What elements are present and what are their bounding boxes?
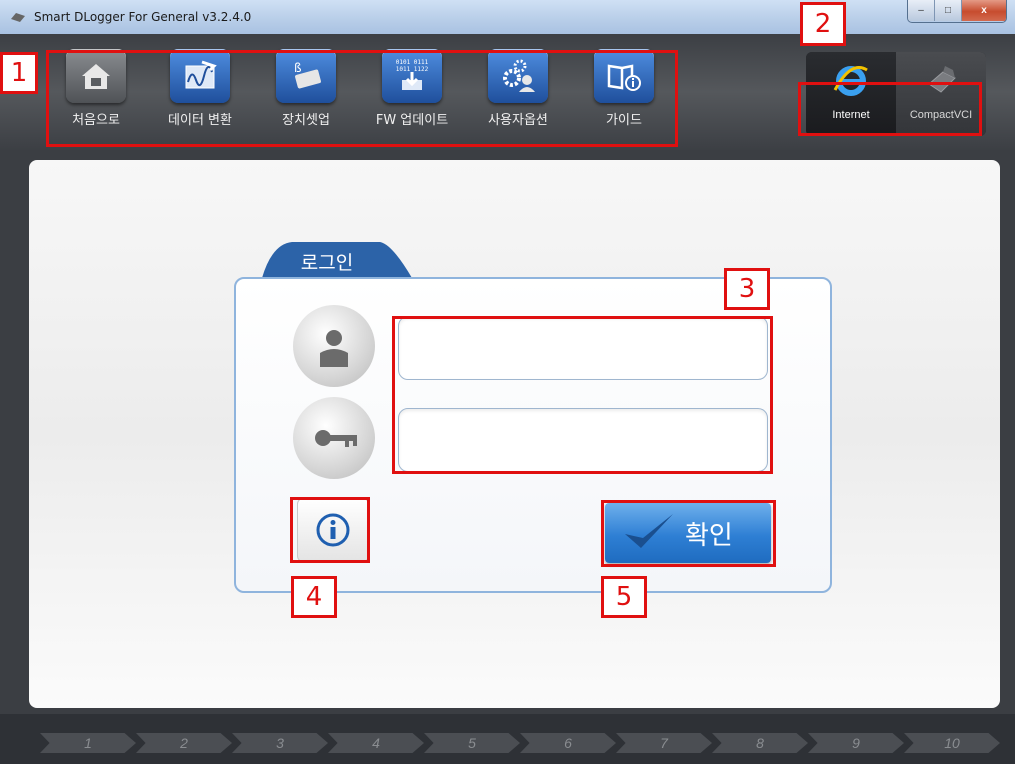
step-item: 9 bbox=[808, 733, 904, 753]
step-item: 5 bbox=[424, 733, 520, 753]
window-controls: – □ x bbox=[907, 0, 1007, 23]
close-button[interactable]: x bbox=[962, 0, 1006, 21]
annotation-label-1: 1 bbox=[0, 52, 38, 94]
key-icon bbox=[293, 397, 375, 479]
step-item: 2 bbox=[136, 733, 232, 753]
annotation-label-3: 3 bbox=[724, 268, 770, 310]
annotation-box-toolbar bbox=[46, 50, 678, 147]
title-bar: Smart DLogger For General v3.2.4.0 – □ x bbox=[0, 0, 1015, 34]
step-item: 10 bbox=[904, 733, 1000, 753]
annotation-box-info bbox=[290, 497, 370, 563]
annotation-box-confirm bbox=[601, 500, 776, 567]
annotation-box-connection bbox=[798, 82, 982, 136]
step-item: 6 bbox=[520, 733, 616, 753]
annotation-label-4: 4 bbox=[291, 576, 337, 618]
window-title: Smart DLogger For General v3.2.4.0 bbox=[34, 10, 252, 24]
user-icon bbox=[293, 305, 375, 387]
step-item: 7 bbox=[616, 733, 712, 753]
annotation-label-5: 5 bbox=[601, 576, 647, 618]
step-item: 8 bbox=[712, 733, 808, 753]
step-item: 4 bbox=[328, 733, 424, 753]
annotation-label-2: 2 bbox=[800, 2, 846, 46]
maximize-button[interactable]: □ bbox=[935, 0, 962, 21]
step-item: 3 bbox=[232, 733, 328, 753]
login-tab-label: 로그인 bbox=[300, 252, 354, 274]
app-icon bbox=[11, 13, 25, 22]
annotation-box-fields bbox=[392, 316, 773, 474]
step-item: 1 bbox=[40, 733, 136, 753]
minimize-button[interactable]: – bbox=[908, 0, 935, 21]
step-list: 1 2 3 4 5 6 7 8 9 10 bbox=[40, 733, 1000, 753]
